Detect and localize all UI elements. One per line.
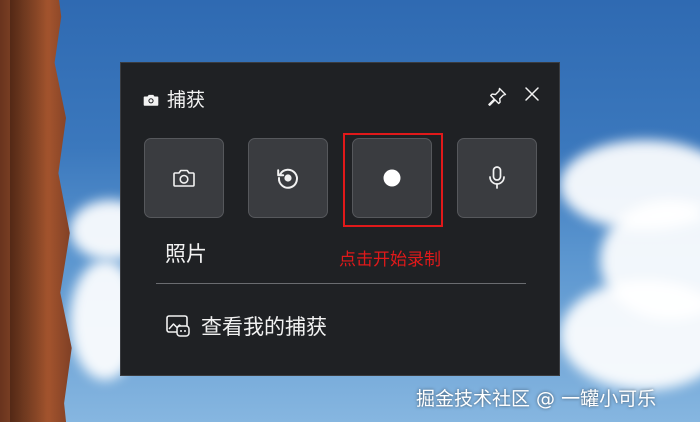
- microphone-icon: [489, 166, 505, 189]
- replay-button[interactable]: [248, 138, 328, 218]
- record-dot-icon: [383, 169, 401, 187]
- capture-panel: 捕获 照片 点击开始录制 查看我的捕获: [120, 62, 560, 376]
- start-recording-button[interactable]: [352, 138, 432, 218]
- watermark: 掘金技术社区 @ 一罐小可乐: [416, 388, 657, 410]
- replay-icon: [277, 168, 298, 189]
- photo-label: 照片: [165, 242, 207, 266]
- record-hint-annotation: 点击开始录制: [339, 250, 441, 270]
- pin-button[interactable]: [483, 83, 511, 111]
- view-my-captures-label: 查看我的捕获: [201, 315, 327, 339]
- view-my-captures-link[interactable]: 查看我的捕获: [165, 311, 327, 341]
- pin-icon: [488, 87, 507, 106]
- divider: [156, 283, 526, 284]
- take-photo-button[interactable]: [144, 138, 224, 218]
- microphone-button[interactable]: [457, 138, 537, 218]
- panel-title: 捕获: [167, 89, 206, 111]
- close-button[interactable]: [519, 81, 545, 107]
- camera-icon: [173, 169, 195, 187]
- close-icon: [525, 87, 539, 101]
- gallery-icon: [166, 315, 190, 337]
- camera-icon: [143, 91, 159, 107]
- panel-header: 捕获: [143, 85, 205, 112]
